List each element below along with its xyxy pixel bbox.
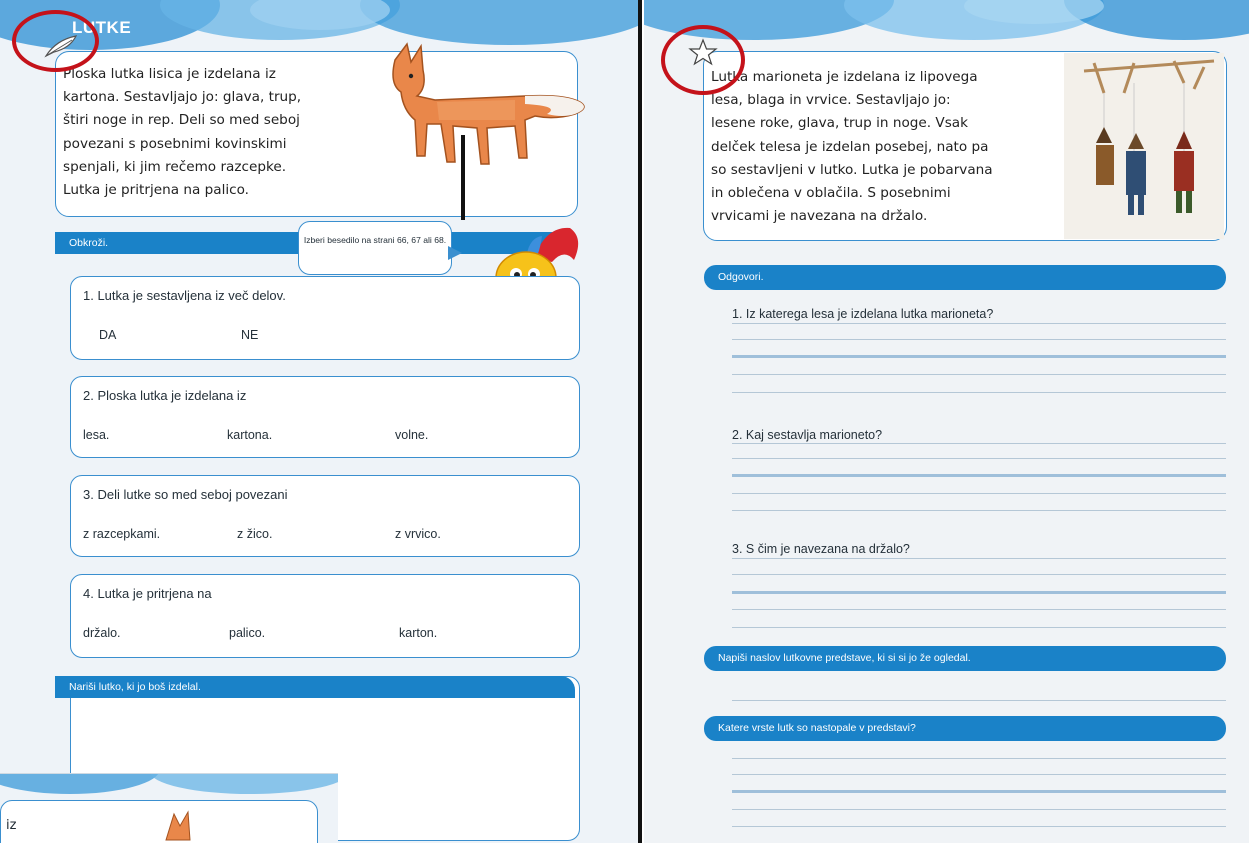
intro-line: Lutka je pritrjena na palico. [63, 182, 249, 199]
intro-line: in oblečena v oblačila. S posebnimi [711, 185, 951, 202]
answer-line[interactable] [732, 591, 1226, 594]
intro-line: spenjali, ki jim rečemo razcepke. [63, 158, 287, 175]
answer-line[interactable] [732, 609, 1226, 610]
answer-line[interactable] [732, 510, 1226, 511]
question-text: 2. Kaj sestavlja marioneto? [732, 428, 883, 442]
task-band-puppet-types: Katere vrste lutk so nastopale v predsta… [704, 716, 1226, 741]
fox-puppet-thumbnail [165, 810, 191, 841]
answer-line[interactable] [732, 443, 1226, 444]
intro-line: Lutka marioneta je izdelana iz lipovega [711, 69, 978, 85]
intro-line: vrvicami je navezana na držalo. [711, 208, 928, 225]
answer-option[interactable]: z žico. [237, 527, 272, 541]
question-text: 3. S čim je navezana na držalo? [732, 542, 910, 556]
fox-puppet-image [392, 42, 585, 220]
answer-option[interactable]: lesa. [83, 428, 109, 442]
answer-line[interactable] [732, 574, 1226, 575]
annotation-circle [12, 10, 99, 72]
intro-line: povezani s posebnimi kovinskimi [63, 135, 287, 152]
intro-line: delček telesa je izdelan posebej, nato p… [711, 138, 989, 155]
answer-option[interactable]: z razcepkami. [83, 527, 160, 541]
book-spine [638, 0, 642, 843]
question-text: 3. Deli lutke so med seboj povezani [83, 487, 288, 502]
left-page: LUTKE Ploska lutka lisica je izdelana iz… [0, 0, 640, 843]
answer-option[interactable]: DA [99, 328, 116, 342]
intro-line: lesa, blaga in vrvice. Sestavljajo jo: [711, 92, 951, 109]
answer-line[interactable] [732, 493, 1226, 494]
question-text: 1. Lutka je sestavljena iz več delov. [83, 288, 286, 303]
answer-line[interactable] [732, 323, 1226, 324]
task-band-draw: Nariši lutko, ki jo boš izdelal. [55, 676, 575, 698]
answer-option[interactable]: karton. [399, 626, 437, 640]
inset-text: iz [6, 818, 17, 833]
speech-bubble-tail [448, 246, 462, 260]
question-text: 4. Lutka je pritrjena na [83, 586, 212, 601]
answer-line[interactable] [732, 627, 1226, 628]
header-wave [360, 0, 640, 45]
answer-line[interactable] [732, 758, 1226, 759]
answer-option[interactable]: držalo. [83, 626, 121, 640]
inset-thumbnail: iz [0, 773, 338, 843]
answer-line[interactable] [732, 558, 1226, 559]
answer-line[interactable] [732, 392, 1226, 393]
intro-line: štiri noge in rep. Deli so med seboj [63, 112, 300, 129]
answer-line[interactable] [732, 355, 1226, 358]
answer-line[interactable] [732, 374, 1226, 375]
answer-line[interactable] [732, 339, 1226, 340]
answer-line[interactable] [732, 474, 1226, 477]
question-text: 1. Iz katerega lesa je izdelana lutka ma… [732, 307, 994, 321]
question-card: 3. Deli lutke so med seboj povezani z ra… [70, 475, 580, 557]
intro-paragraph: Ploska lutka lisica je izdelana iz karto… [63, 63, 301, 202]
intro-line: Ploska lutka lisica je izdelana iz [63, 66, 276, 82]
answer-line[interactable] [732, 458, 1226, 459]
task-band-show-title: Napiši naslov lutkovne predstave, ki si … [704, 646, 1226, 671]
question-card: 4. Lutka je pritrjena na držalo. palico.… [70, 574, 580, 658]
question-card: 2. Ploska lutka je izdelana iz lesa. kar… [70, 376, 580, 458]
marionette-photo [1064, 53, 1224, 239]
answer-option[interactable]: z vrvico. [395, 527, 441, 541]
intro-line: lesene roke, glava, trup in noge. Vsak [711, 115, 968, 132]
speech-bubble: Izberi besedilo na strani 66, 67 ali 68. [298, 221, 452, 275]
intro-paragraph-right: Lutka marioneta je izdelana iz lipovega … [711, 66, 993, 228]
answer-line[interactable] [732, 700, 1226, 701]
answer-line[interactable] [732, 826, 1226, 827]
intro-line: kartona. Sestavljajo jo: glava, trup, [63, 89, 302, 106]
answer-line[interactable] [732, 809, 1226, 810]
answer-line[interactable] [732, 790, 1226, 793]
answer-option[interactable]: volne. [395, 428, 428, 442]
question-text: 2. Ploska lutka je izdelana iz [83, 388, 247, 403]
annotation-circle [661, 25, 745, 95]
answer-option[interactable]: palico. [229, 626, 265, 640]
answer-option[interactable]: kartona. [227, 428, 272, 442]
intro-line: so sestavljeni v lutko. Lutka je pobarva… [711, 161, 993, 178]
answer-line[interactable] [732, 774, 1226, 775]
answer-option[interactable]: NE [241, 328, 258, 342]
task-band-answer: Odgovori. [704, 265, 1226, 290]
question-card: 1. Lutka je sestavljena iz več delov. DA… [70, 276, 580, 360]
